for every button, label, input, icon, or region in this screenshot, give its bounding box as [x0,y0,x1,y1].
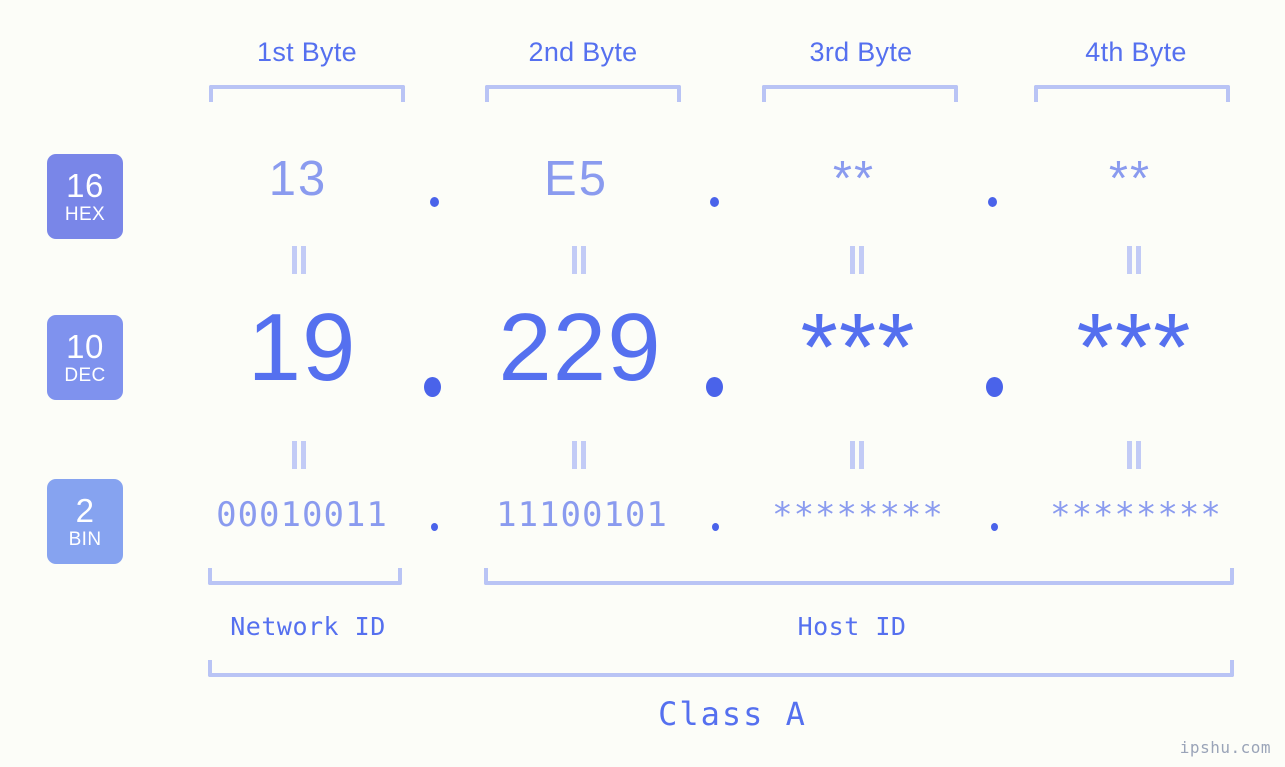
network-id-label: Network ID [230,612,386,641]
dec-dot-separator-2 [706,377,723,397]
bin-value-byte-3: ******** [772,495,944,535]
byte-bracket-2 [485,85,681,102]
bin-value-byte-1: 00010011 [216,495,388,535]
bin-dot-separator-3 [991,523,998,531]
base-badge-dec: 10 DEC [47,315,123,400]
equals-mark-hex-dec-2 [571,246,587,274]
byte-header-4: 4th Byte [1085,37,1187,67]
hex-value-byte-4: ** [1108,152,1152,206]
host-id-bracket [484,568,1234,585]
dec-value-byte-3: *** [800,294,916,401]
dec-dot-separator-3 [986,377,1003,397]
bin-dot-separator-2 [712,523,719,531]
network-id-bracket [208,568,402,585]
equals-mark-hex-dec-4 [1126,246,1142,274]
bin-value-byte-4: ******** [1050,495,1222,535]
base-badge-bin: 2 BIN [47,479,123,564]
bin-value-byte-2: 11100101 [496,495,668,535]
hex-value-byte-3: ** [832,152,876,206]
dec-dot-separator-1 [424,377,441,397]
equals-mark-dec-bin-4 [1126,441,1142,469]
equals-mark-dec-bin-2 [571,441,587,469]
host-id-label: Host ID [797,612,907,641]
hex-dot-separator-2 [710,197,719,207]
bin-dot-separator-1 [431,523,438,531]
hex-value-byte-2: E5 [544,152,608,206]
base-badge-dec-number: 10 [66,328,104,365]
hex-value-byte-1: 13 [268,152,328,206]
byte-header-2: 2nd Byte [528,37,638,67]
base-badge-hex: 16 HEX [47,154,123,239]
byte-header-1: 1st Byte [257,37,357,67]
equals-mark-hex-dec-1 [291,246,307,274]
base-badge-hex-name: HEX [64,204,106,225]
byte-header-3: 3rd Byte [809,37,913,67]
equals-mark-hex-dec-3 [849,246,865,274]
ip-breakdown-diagram: 1st Byte 2nd Byte 3rd Byte 4th Byte 16 H… [0,0,1285,767]
dec-value-byte-2: 229 [498,294,662,401]
equals-mark-dec-bin-1 [291,441,307,469]
watermark: ipshu.com [1179,738,1271,757]
dec-value-byte-1: 19 [247,294,357,401]
base-badge-bin-number: 2 [75,492,95,529]
base-badge-hex-number: 16 [66,167,104,204]
byte-bracket-4 [1034,85,1230,102]
class-label: Class A [658,695,807,733]
base-badge-dec-name: DEC [64,365,106,386]
hex-dot-separator-3 [988,197,997,207]
equals-mark-dec-bin-3 [849,441,865,469]
hex-dot-separator-1 [430,197,439,207]
dec-value-byte-4: *** [1076,294,1192,401]
byte-bracket-1 [209,85,405,102]
class-bracket [208,660,1234,677]
byte-bracket-3 [762,85,958,102]
base-badge-bin-name: BIN [68,529,102,550]
